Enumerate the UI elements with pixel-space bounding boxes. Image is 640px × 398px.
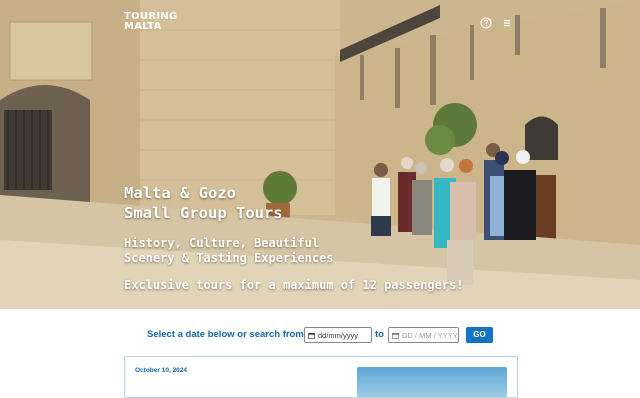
hero-title-line-2: Small Group Tours xyxy=(124,204,283,222)
hero-subtitle-line-2: Scenery & Tasting Experiences xyxy=(124,251,334,265)
to-label: to xyxy=(375,329,384,340)
date-search-bar: Select a date below or search from dd/mm… xyxy=(0,326,640,346)
tour-image[interactable] xyxy=(357,367,507,397)
hero-subtitle-line-1: History, Culture, Beautiful xyxy=(124,236,320,250)
date-from-input[interactable]: dd/mm/yyyy xyxy=(304,327,372,343)
tour-card[interactable]: October 10, 2024 xyxy=(124,356,518,398)
hero-subtitle: History, Culture, Beautiful Scenery & Ta… xyxy=(124,236,334,266)
logo-line-2: MALTA xyxy=(124,21,162,32)
calendar-icon xyxy=(308,332,315,339)
date-from-value: dd/mm/yyyy xyxy=(318,331,359,340)
calendar-icon xyxy=(392,332,399,339)
search-label: Select a date below or search from xyxy=(147,329,304,340)
hero-title: Malta & Gozo Small Group Tours xyxy=(124,183,283,223)
hero-banner: TOURING MALTA Malta & Gozo Small Group T… xyxy=(0,0,640,309)
site-logo[interactable]: TOURING MALTA xyxy=(124,12,178,32)
hero-title-line-1: Malta & Gozo xyxy=(124,184,236,202)
menu-icon[interactable] xyxy=(501,17,513,29)
go-button[interactable]: GO xyxy=(466,327,493,343)
help-icon[interactable] xyxy=(480,17,492,29)
date-to-input[interactable]: DD / MM / YYYY xyxy=(388,327,459,343)
hero-exclusive-note: Exclusive tours for a maximum of 12 pass… xyxy=(124,278,464,292)
date-to-placeholder: DD / MM / YYYY xyxy=(402,331,458,340)
